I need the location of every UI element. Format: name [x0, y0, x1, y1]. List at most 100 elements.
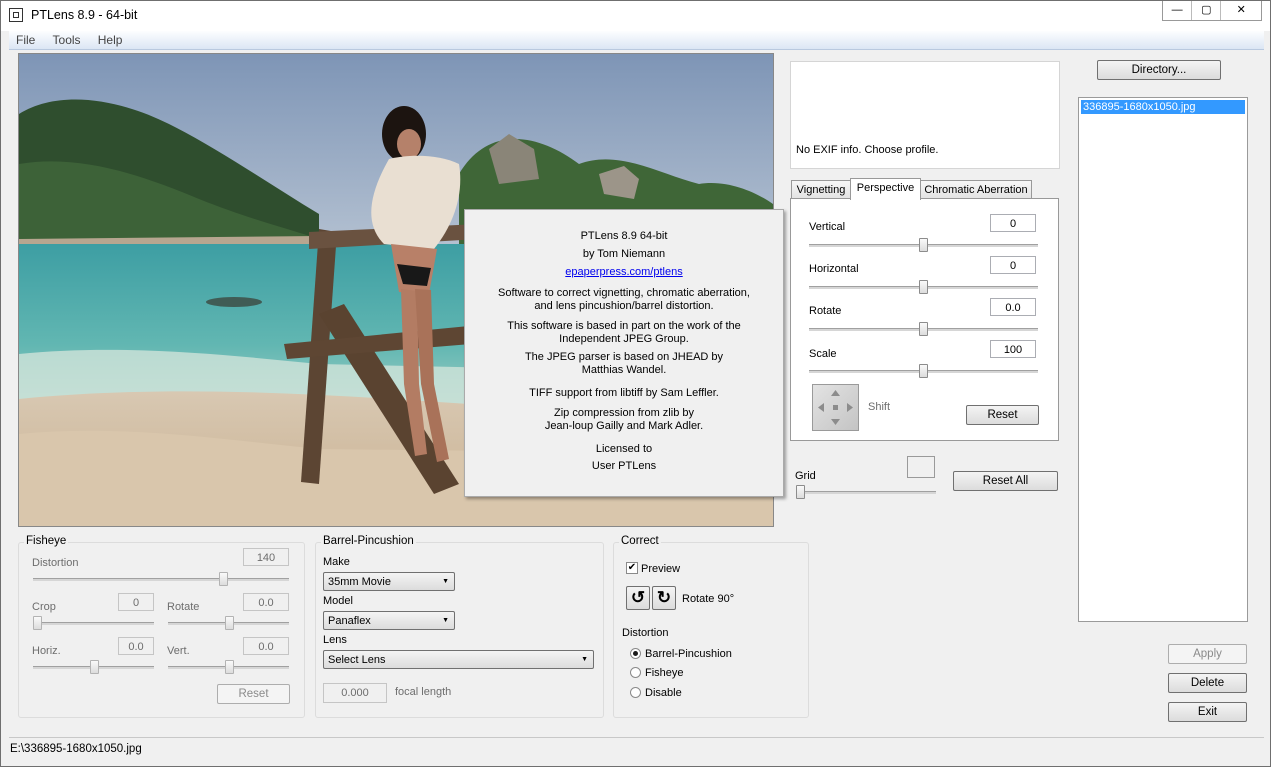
close-button[interactable]: ✕ — [1221, 1, 1261, 20]
about-author: by Tom Niemann — [582, 248, 666, 260]
make-select[interactable]: 35mm Movie — [323, 572, 455, 591]
about-jhead-1: The JPEG parser is based on JHEAD by — [524, 351, 724, 363]
preview-checkbox[interactable]: ✔ — [626, 562, 638, 574]
apply-button[interactable]: Apply — [1168, 644, 1247, 664]
vertical-label: Vertical — [809, 221, 846, 233]
distortion-title: Distortion — [622, 627, 669, 639]
fisheye-vert-label: Vert. — [167, 645, 190, 657]
rotate-input[interactable]: 0.0 — [990, 298, 1036, 316]
scale-slider-thumb[interactable] — [919, 364, 928, 378]
fisheye-distortion-slider-thumb[interactable] — [219, 572, 228, 586]
grid-color-swatch[interactable] — [907, 456, 935, 478]
rotate-ccw-icon: ↺ — [630, 588, 646, 607]
horizontal-slider[interactable] — [809, 280, 1038, 294]
app-icon — [9, 8, 23, 22]
delete-button[interactable]: Delete — [1168, 673, 1247, 693]
fisheye-horiz-slider[interactable] — [33, 660, 154, 674]
title-bar: PTLens 8.9 - 64-bit — ▢ ✕ — [1, 1, 1270, 31]
disable-option: Disable — [645, 687, 682, 699]
focal-length-label: focal length — [395, 686, 452, 698]
scale-input[interactable]: 100 — [990, 340, 1036, 358]
lens-label: Lens — [323, 634, 347, 646]
about-zlib-2: Jean-loup Gailly and Mark Adler. — [544, 420, 704, 432]
fisheye-vert-slider[interactable] — [168, 660, 289, 674]
reset-all-button[interactable]: Reset All — [953, 471, 1058, 491]
correct-title: Correct — [619, 535, 661, 547]
about-website-link[interactable]: epaperpress.com/ptlens — [465, 266, 783, 279]
barrel-pincushion-title: Barrel-Pincushion — [321, 535, 416, 547]
tab-vignetting[interactable]: Vignetting — [791, 180, 851, 199]
lens-select[interactable]: Select Lens — [323, 650, 594, 669]
grid-label: Grid — [795, 470, 816, 482]
exif-info-box: No EXIF info. Choose profile. — [790, 61, 1060, 169]
fisheye-crop-label: Crop — [32, 601, 56, 613]
grid-slider[interactable] — [796, 485, 936, 499]
fisheye-crop-input[interactable]: 0 — [118, 593, 154, 611]
status-bar: E:\336895-1680x1050.jpg — [9, 737, 1264, 760]
file-list-item[interactable]: 336895-1680x1050.jpg — [1081, 100, 1245, 114]
file-list: 336895-1680x1050.jpg — [1078, 97, 1248, 622]
fisheye-horiz-input[interactable]: 0.0 — [118, 637, 154, 655]
disable-radio[interactable] — [630, 687, 641, 698]
rotate-cw-button[interactable]: ↻ — [652, 586, 676, 610]
directory-button[interactable]: Directory... — [1097, 60, 1221, 80]
fisheye-rotate-slider[interactable] — [168, 616, 289, 630]
tab-perspective[interactable]: Perspective — [850, 178, 921, 200]
fisheye-vert-input[interactable]: 0.0 — [243, 637, 289, 655]
menu-bar: File Tools Help — [9, 31, 1264, 50]
app-window: PTLens 8.9 - 64-bit — ▢ ✕ File Tools Hel… — [0, 0, 1271, 767]
minimize-button[interactable]: — — [1163, 1, 1193, 20]
model-select[interactable]: Panaflex — [323, 611, 455, 630]
barrel-pincushion-radio[interactable] — [630, 648, 641, 659]
horizontal-label: Horizontal — [809, 263, 859, 275]
fisheye-option: Fisheye — [645, 667, 684, 679]
fisheye-horiz-label: Horiz. — [32, 645, 61, 657]
scale-slider[interactable] — [809, 364, 1038, 378]
maximize-button[interactable]: ▢ — [1192, 1, 1222, 20]
about-dialog: PTLens 8.9 64-bit by Tom Niemann epaperp… — [464, 209, 784, 497]
exit-button[interactable]: Exit — [1168, 702, 1247, 722]
rotate-slider[interactable] — [809, 322, 1038, 336]
perspective-reset-button[interactable]: Reset — [966, 405, 1039, 425]
about-zlib-1: Zip compression from zlib by — [554, 407, 694, 419]
fisheye-rotate-label: Rotate — [167, 601, 200, 613]
rotate-ccw-button[interactable]: ↺ — [626, 586, 650, 610]
menu-tools[interactable]: Tools — [46, 31, 88, 47]
about-ijg-1: This software is based in part on the wo… — [507, 320, 741, 332]
menu-help[interactable]: Help — [91, 31, 130, 47]
shift-pad[interactable] — [812, 384, 859, 431]
about-libtiff: TIFF support from libtiff by Sam Leffler… — [529, 387, 719, 399]
rotate-slider-thumb[interactable] — [919, 322, 928, 336]
fisheye-horiz-slider-thumb[interactable] — [90, 660, 99, 674]
scale-label: Scale — [809, 348, 837, 360]
fisheye-rotate-input[interactable]: 0.0 — [243, 593, 289, 611]
fisheye-rotate-slider-thumb[interactable] — [225, 616, 234, 630]
horizontal-slider-thumb[interactable] — [919, 280, 928, 294]
grid-slider-thumb[interactable] — [796, 485, 805, 499]
shift-arrows-icon — [818, 390, 853, 425]
fisheye-distortion-input[interactable]: 140 — [243, 548, 289, 566]
horizontal-input[interactable]: 0 — [990, 256, 1036, 274]
fisheye-reset-button[interactable]: Reset — [217, 684, 290, 704]
barrel-pincushion-option: Barrel-Pincushion — [645, 648, 732, 660]
rotate-label: Rotate — [809, 305, 842, 317]
fisheye-crop-slider[interactable] — [33, 616, 154, 630]
shift-label: Shift — [868, 401, 891, 413]
fisheye-distortion-slider[interactable] — [33, 572, 289, 586]
fisheye-distortion-label: Distortion — [32, 557, 79, 569]
about-title: PTLens 8.9 64-bit — [580, 230, 668, 242]
fisheye-radio[interactable] — [630, 667, 641, 678]
vertical-slider[interactable] — [809, 238, 1038, 252]
vertical-slider-thumb[interactable] — [919, 238, 928, 252]
about-description-2: and lens pincushion/barrel distortion. — [534, 300, 714, 312]
menu-file[interactable]: File — [9, 31, 42, 47]
window-title: PTLens 8.9 - 64-bit — [31, 8, 138, 22]
vertical-input[interactable]: 0 — [990, 214, 1036, 232]
fisheye-vert-slider-thumb[interactable] — [225, 660, 234, 674]
about-ijg-2: Independent JPEG Group. — [559, 333, 689, 345]
exif-message: No EXIF info. Choose profile. — [796, 144, 939, 156]
fisheye-crop-slider-thumb[interactable] — [33, 616, 42, 630]
tab-chromatic-aberration[interactable]: Chromatic Aberration — [920, 180, 1032, 199]
focal-length-input[interactable]: 0.000 — [323, 683, 387, 703]
window-controls: — ▢ ✕ — [1162, 1, 1262, 21]
